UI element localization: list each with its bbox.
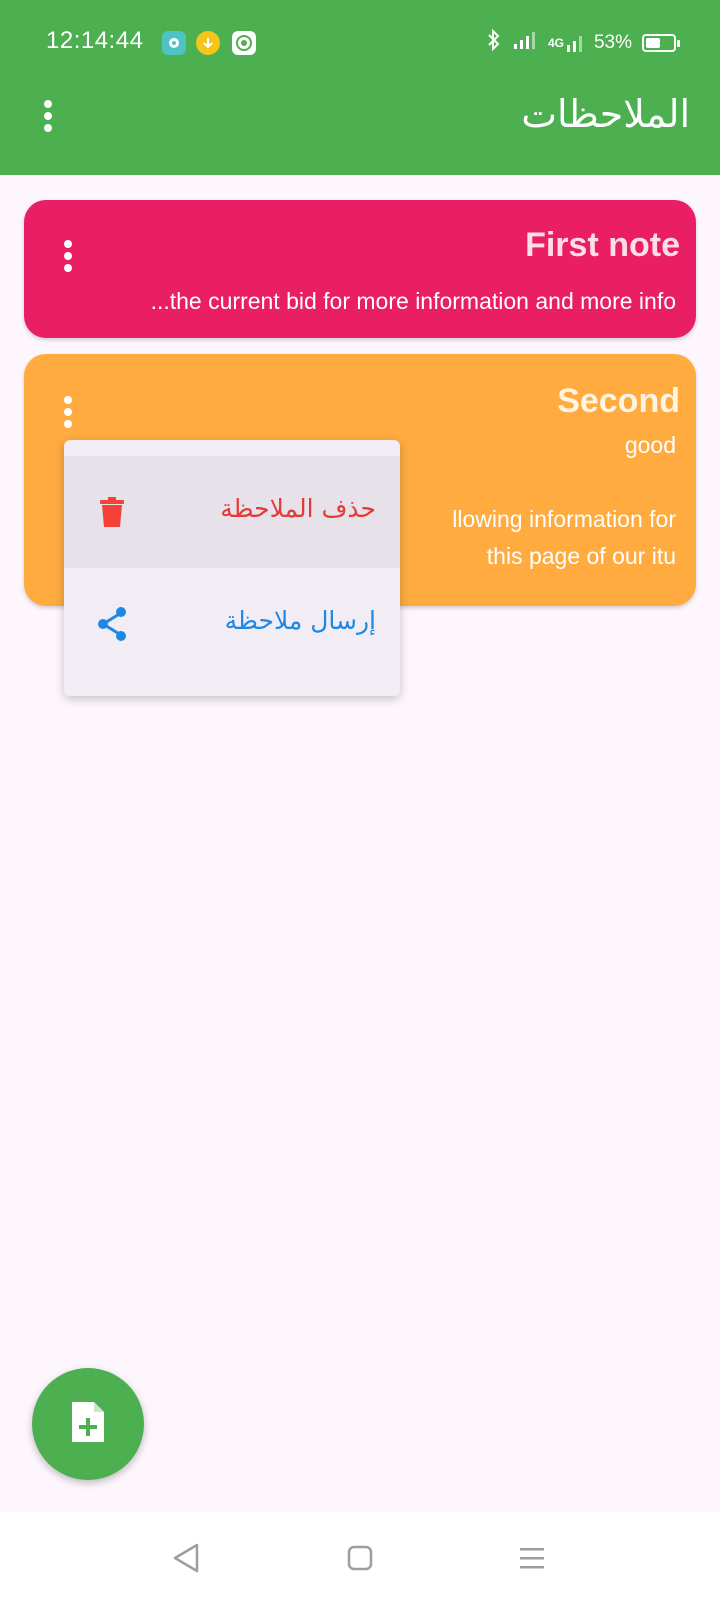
add-note-icon xyxy=(70,1400,106,1448)
download-app-icon xyxy=(196,31,220,55)
quran-app-icon xyxy=(232,31,256,55)
add-note-button[interactable] xyxy=(32,1368,144,1480)
note-popup-menu: حذف الملاحظة إرسال ملاحظة xyxy=(64,440,400,696)
more-vert-icon[interactable] xyxy=(32,96,64,140)
note-title: First note xyxy=(525,226,680,264)
send-note-label: إرسال ملاحظة xyxy=(224,606,376,635)
note-body-line: llowing information for xyxy=(452,506,676,532)
home-icon[interactable] xyxy=(340,1538,380,1578)
trash-icon xyxy=(92,492,132,532)
battery-percent: 53% xyxy=(593,32,632,53)
page-title: الملاحظات xyxy=(521,92,690,136)
back-icon[interactable] xyxy=(166,1538,206,1578)
send-note-menu-item[interactable]: إرسال ملاحظة xyxy=(64,568,400,680)
status-time: 12:14:44 xyxy=(46,27,144,54)
note-body: ...the current bid for more information … xyxy=(150,288,676,314)
delete-note-menu-item[interactable]: حذف الملاحظة xyxy=(64,456,400,568)
recents-icon[interactable] xyxy=(512,1538,552,1578)
note-title: Second xyxy=(557,382,680,420)
delete-note-label: حذف الملاحظة xyxy=(220,494,376,523)
share-icon xyxy=(92,604,132,644)
note-body-line: this page of our itu xyxy=(486,543,676,569)
status-bar: 12:14:44 4G 53% xyxy=(0,0,720,88)
app-header: 12:14:44 4G 53% الملاحظات xyxy=(0,0,720,175)
signal-icon xyxy=(512,30,538,56)
status-indicators: 4G 53% xyxy=(486,28,680,58)
network-type-label: 4G xyxy=(547,36,564,50)
battery-icon xyxy=(642,34,680,52)
note-body-line: good xyxy=(624,432,676,458)
battery-level xyxy=(646,38,660,48)
note-menu-icon[interactable] xyxy=(52,392,84,436)
chat-app-icon xyxy=(162,31,186,55)
screen: 12:14:44 4G 53% الملاحظات First note ...… xyxy=(0,0,720,1600)
note-menu-icon[interactable] xyxy=(52,236,84,280)
signal-4g-icon: 4G xyxy=(548,33,584,53)
system-nav-bar xyxy=(0,1512,720,1600)
bluetooth-icon xyxy=(486,28,502,58)
note-card[interactable]: First note ...the current bid for more i… xyxy=(24,200,696,338)
